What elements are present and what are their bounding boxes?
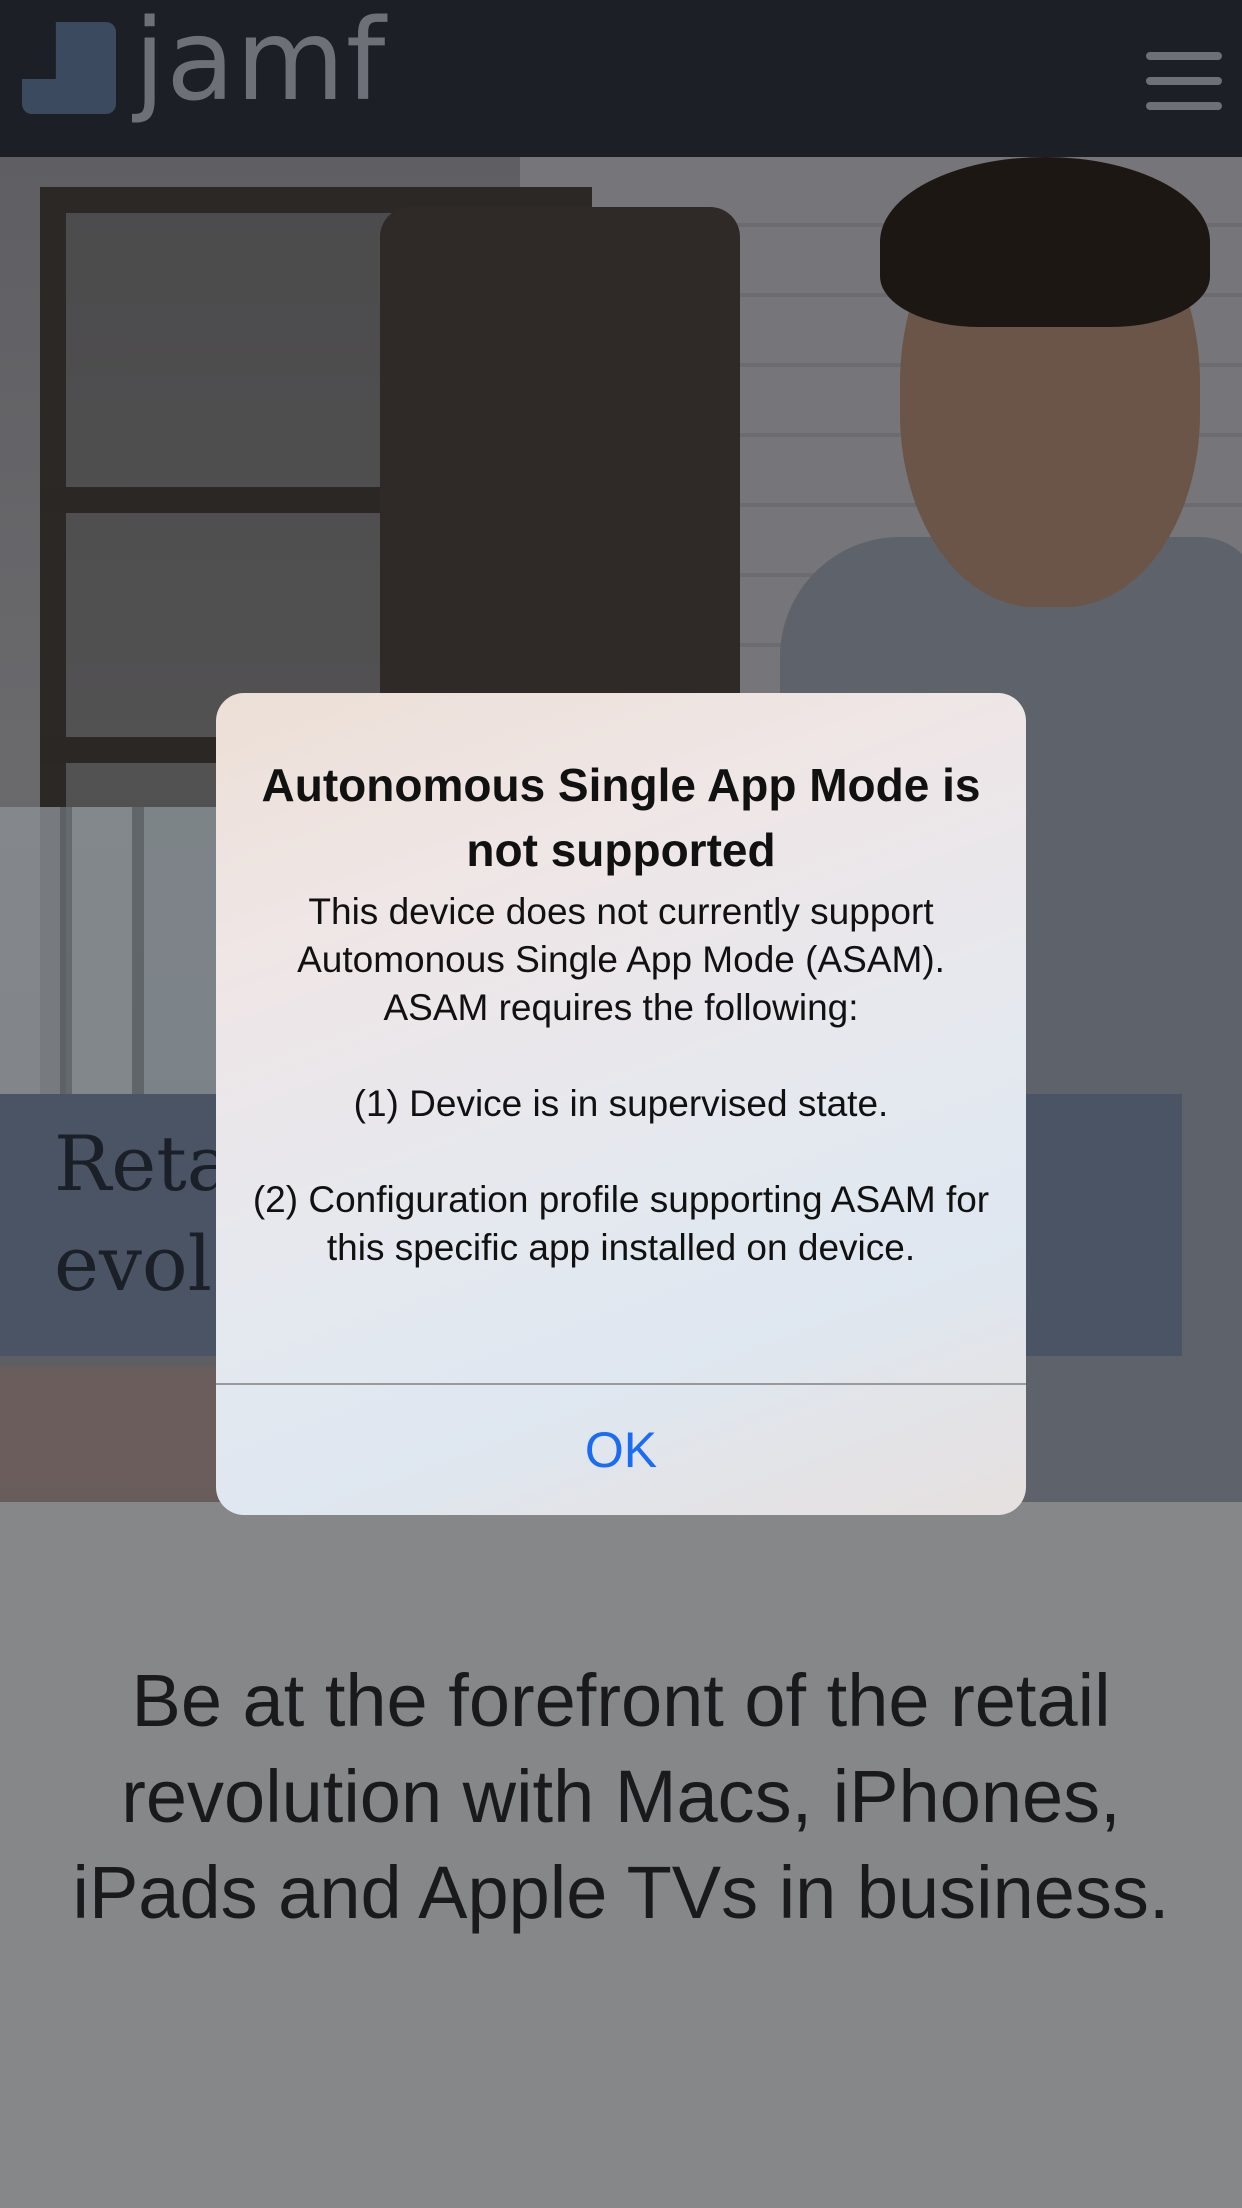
alert-dialog: Autonomous Single App Mode is not suppor…	[216, 693, 1026, 1515]
ok-button[interactable]: OK	[216, 1385, 1026, 1515]
alert-message-line: This device does not currently support A…	[297, 891, 945, 1028]
alert-message: This device does not currently support A…	[246, 888, 996, 1272]
alert-message-line: (1) Device is in supervised state.	[353, 1083, 889, 1124]
alert-message-line: (2) Configuration profile supporting ASA…	[252, 1179, 990, 1268]
alert-title: Autonomous Single App Mode is not suppor…	[261, 759, 981, 876]
